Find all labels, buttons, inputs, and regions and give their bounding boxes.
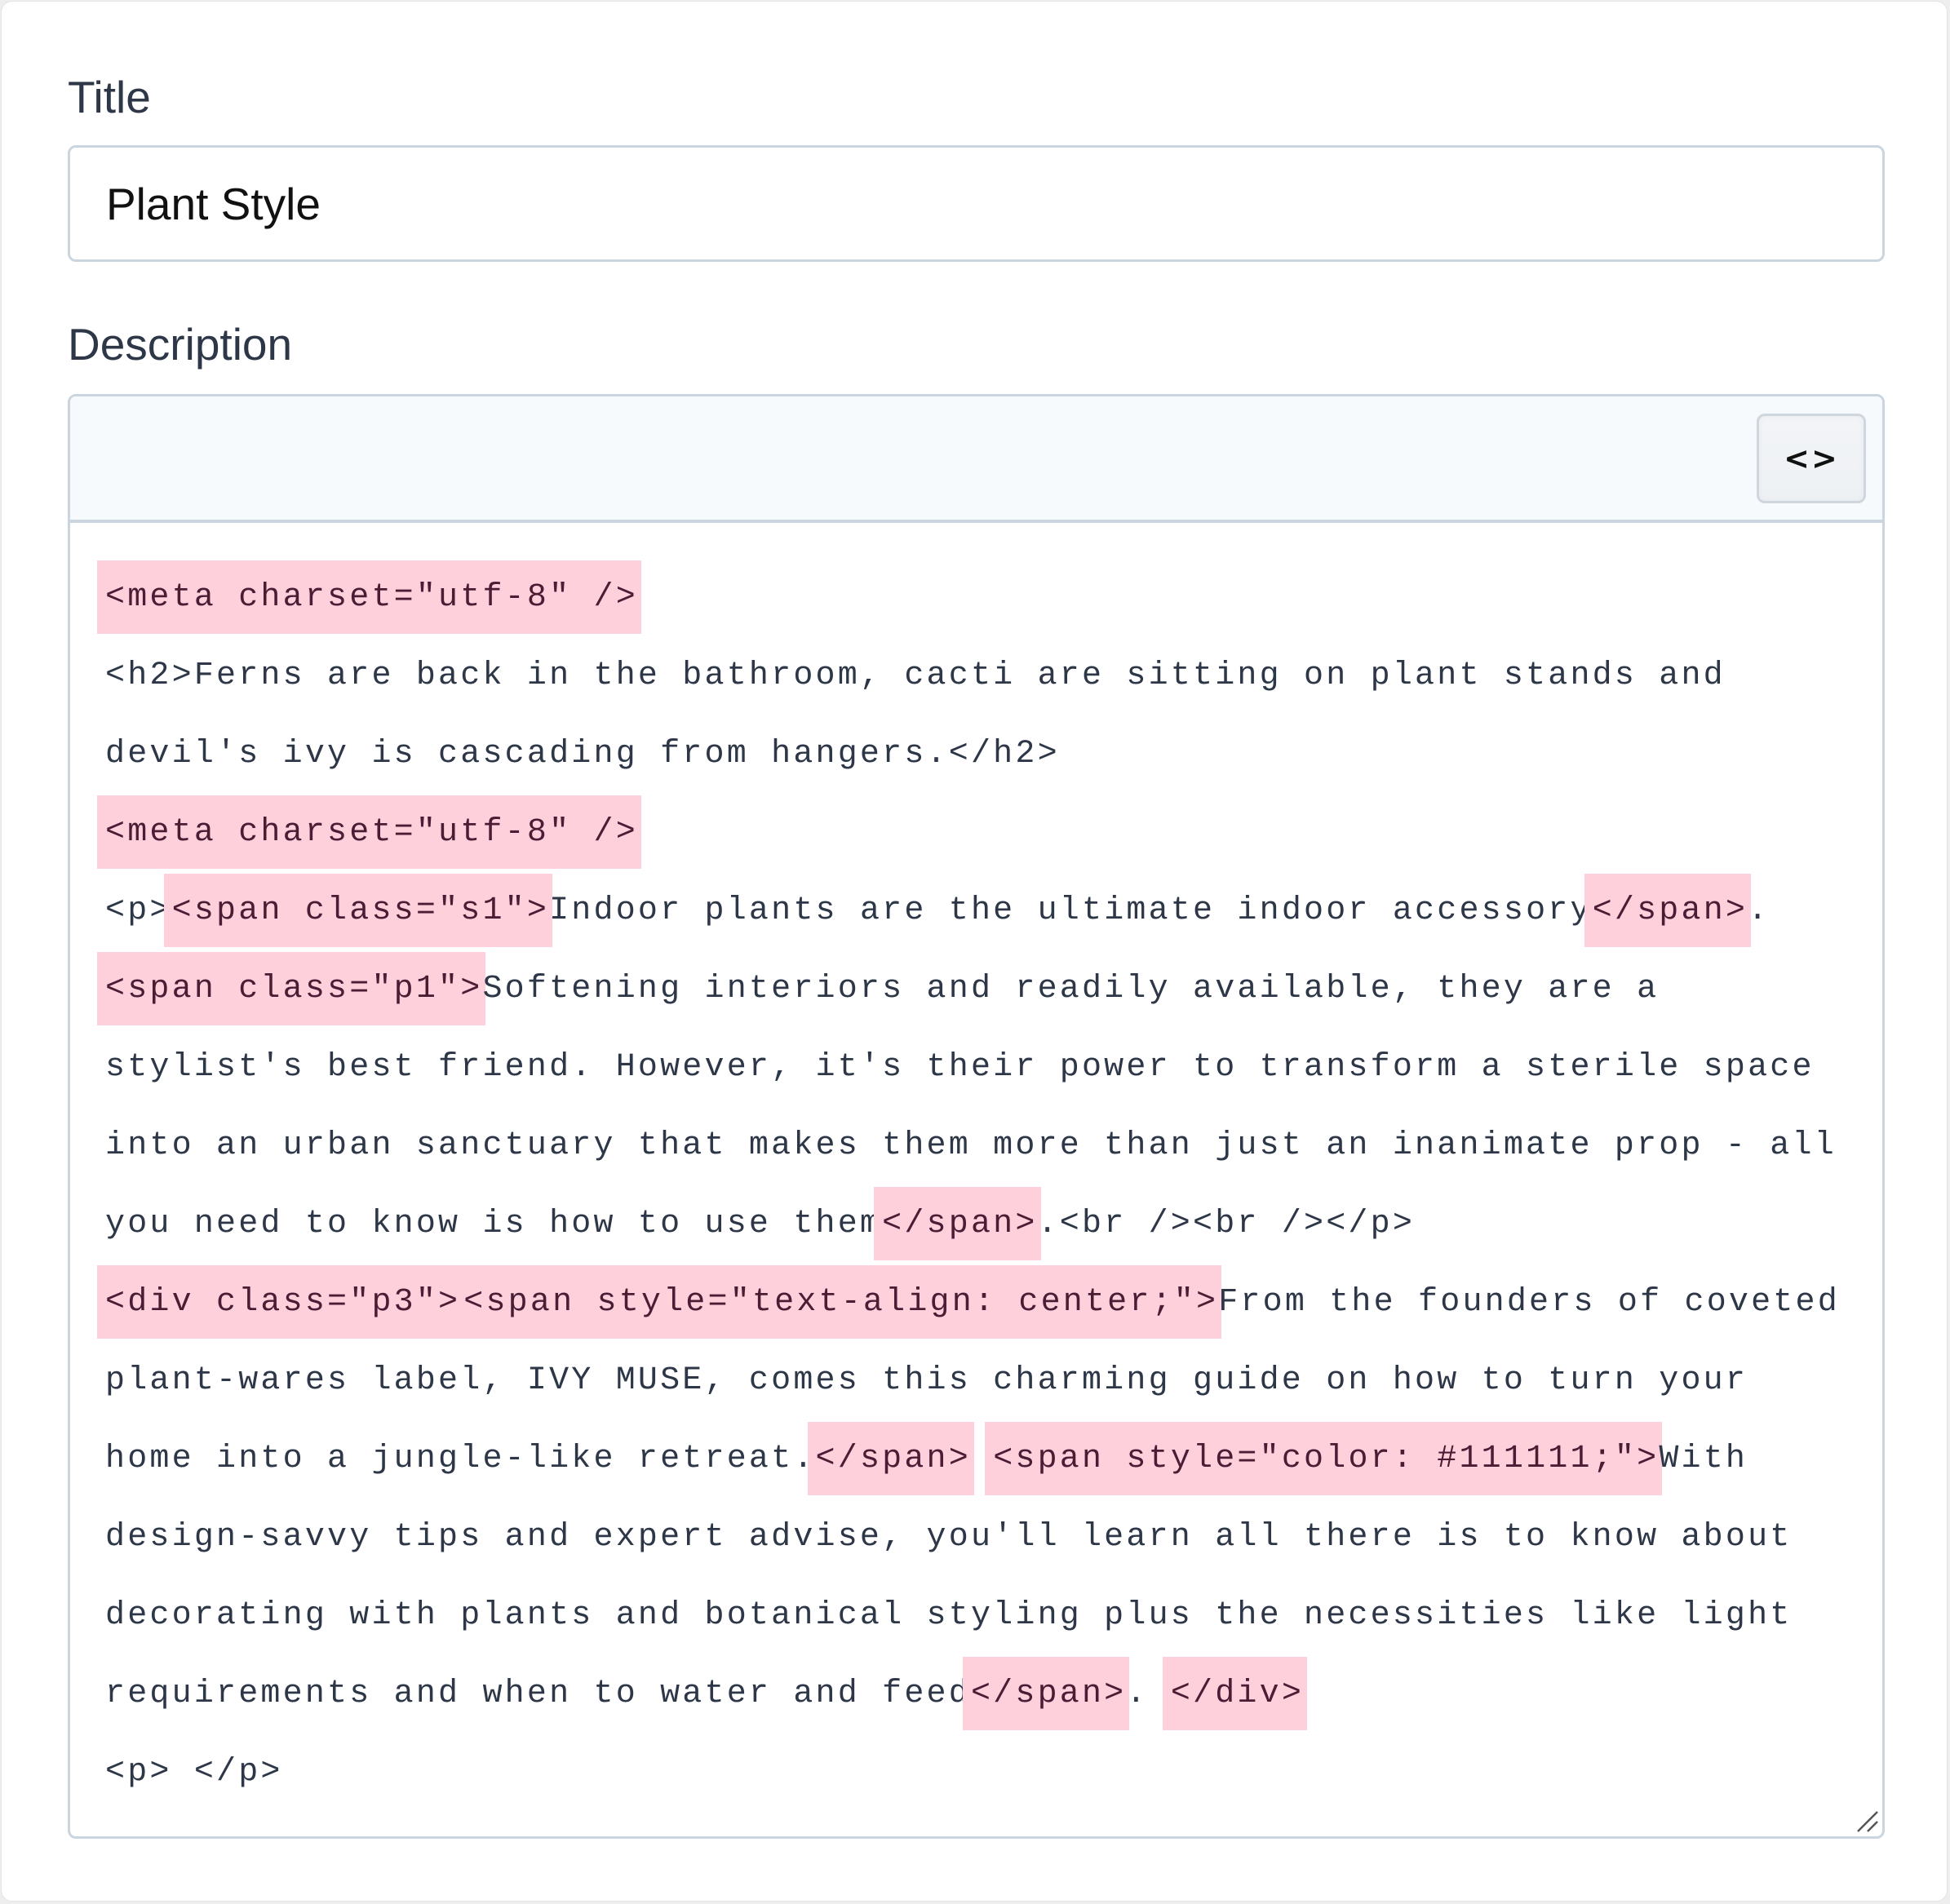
code-text: you need to know is how to use them [105, 1206, 883, 1242]
code-line: plant-wares label, IVY MUSE, comes this … [105, 1342, 1882, 1420]
code-text: plant-wares label, IVY MUSE, comes this … [105, 1362, 1748, 1399]
code-line: <p><span class="s1">Indoor plants are th… [105, 872, 1882, 950]
highlighted-tag: </span> [962, 1657, 1130, 1730]
highlighted-tag: <meta charset="utf-8" /> [97, 795, 641, 869]
code-text: design-savvy tips and expert advise, you… [105, 1519, 1793, 1556]
highlighted-tag: </div> [1162, 1657, 1308, 1730]
resize-handle-icon[interactable] [1855, 1809, 1879, 1833]
highlighted-tag: </span> [807, 1422, 974, 1495]
code-text: devil's ivy is cascading from hangers.</… [105, 736, 1060, 773]
highlighted-tag: <span class="p1"> [97, 952, 486, 1025]
code-text: into an urban sanctuary that makes them … [105, 1127, 1837, 1164]
html-source-textarea[interactable]: <meta charset="utf-8" /> <h2>Ferns are ba… [70, 523, 1882, 1836]
code-text: <p> </p> [105, 1754, 283, 1791]
highlighted-tag: <div class="p3"> [97, 1265, 464, 1339]
code-text: <p> [105, 892, 172, 929]
editor-toolbar: <> [70, 396, 1882, 523]
highlighted-tag: <span style="text-align: center;"> [462, 1265, 1222, 1339]
code-line: home into a jungle-like retreat.</span> … [105, 1420, 1882, 1499]
code-line: into an urban sanctuary that makes them … [105, 1107, 1882, 1185]
code-text: decorating with plants and botanical sty… [105, 1597, 1793, 1634]
code-view-icon: <> [1784, 441, 1839, 476]
code-line: <meta charset="utf-8" /> [97, 794, 1882, 872]
highlighted-tag: <span class="s1"> [163, 874, 553, 947]
highlighted-tag: <meta charset="utf-8" /> [97, 560, 641, 634]
highlighted-tag: </span> [1584, 874, 1752, 947]
code-line: devil's ivy is cascading from hangers.</… [105, 715, 1882, 794]
code-line: <h2>Ferns are back in the bathroom, cact… [105, 637, 1882, 715]
code-text: With [1659, 1441, 1748, 1477]
code-line: <span class="p1">Softening interiors and… [97, 950, 1882, 1029]
code-line: decorating with plants and botanical sty… [105, 1577, 1882, 1655]
title-label: Title [68, 72, 151, 122]
code-line: <p> </p> [105, 1734, 1882, 1812]
code-line: <meta charset="utf-8" /> [97, 559, 1882, 637]
description-editor: <> <meta charset="utf-8" /> <h2>Ferns are… [68, 394, 1885, 1839]
code-text: From the founders of coveted [1218, 1284, 1840, 1321]
source-toggle-button[interactable]: <> [1757, 414, 1866, 503]
code-line: you need to know is how to use them</spa… [105, 1185, 1882, 1264]
code-text: <h2>Ferns are back in the bathroom, cact… [105, 658, 1726, 694]
code-text: requirements and when to water and feed [105, 1676, 971, 1712]
title-input[interactable] [68, 145, 1885, 262]
code-text: .<br /><br /></p> [1037, 1206, 1416, 1242]
code-line: requirements and when to water and feed<… [105, 1655, 1882, 1734]
description-label: Description [68, 319, 293, 370]
code-line: stylist's best friend. However, it's the… [105, 1029, 1882, 1107]
code-line: design-savvy tips and expert advise, you… [105, 1499, 1882, 1577]
code-line: <div class="p3"> <span style="text-align:… [97, 1264, 1882, 1342]
code-text: stylist's best friend. However, it's the… [105, 1049, 1815, 1086]
highlighted-tag: </span> [874, 1187, 1041, 1260]
code-text: . [1748, 892, 1771, 929]
form-card: Title Description <> <meta charset="utf-… [1, 1, 1948, 1902]
code-text: Indoor plants are the ultimate indoor ac… [549, 892, 1593, 929]
code-text: Softening interiors and readily availabl… [482, 971, 1660, 1007]
code-text: home into a jungle-like retreat. [105, 1441, 816, 1477]
highlighted-tag: <span style="color: #111111;"> [985, 1422, 1663, 1495]
